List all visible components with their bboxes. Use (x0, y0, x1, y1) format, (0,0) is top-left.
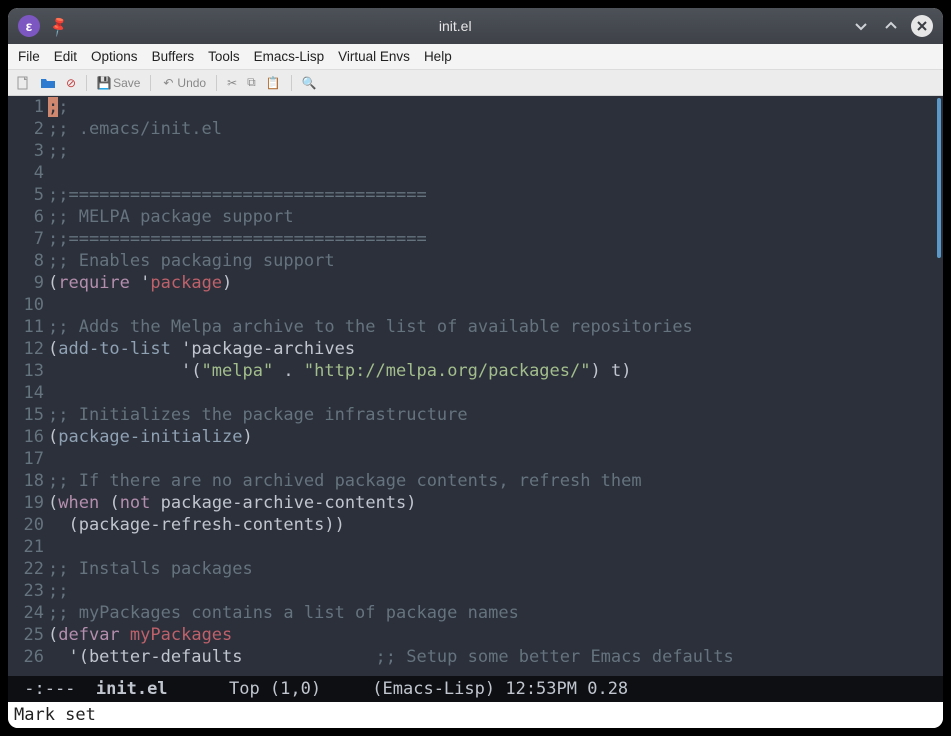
code-content[interactable]: ;; ;; .emacs/init.el ;; ;;==============… (48, 96, 935, 676)
save-button[interactable]: 💾Save (95, 76, 142, 90)
toolbar-separator (86, 75, 87, 91)
toolbar-separator (150, 75, 151, 91)
menu-virtual-envs[interactable]: Virtual Envs (334, 47, 414, 66)
titlebar[interactable]: ε 📌 init.el (8, 8, 943, 44)
menu-buffers[interactable]: Buffers (148, 47, 199, 66)
scrollbar-thumb[interactable] (937, 98, 941, 258)
close-icon[interactable] (911, 15, 933, 37)
menu-options[interactable]: Options (87, 47, 142, 66)
search-icon[interactable]: 🔍 (300, 76, 319, 90)
new-file-icon[interactable] (14, 76, 32, 90)
cut-icon[interactable]: ✂ (225, 76, 239, 90)
minimize-icon[interactable] (849, 14, 873, 38)
menu-help[interactable]: Help (420, 47, 456, 66)
modeline-pad (321, 679, 372, 699)
modeline-status: -:--- (14, 679, 86, 699)
undo-button[interactable]: ↶Undo (159, 76, 208, 90)
line-number-gutter: 1 2 3 4 5 6 7 8 9 10 11 12 13 14 15 16 1… (8, 96, 48, 676)
undo-label: Undo (177, 76, 206, 90)
minibuffer[interactable]: Mark set (8, 702, 943, 728)
maximize-icon[interactable] (879, 14, 903, 38)
toolbar: ⊘ 💾Save ↶Undo ✂ ⧉ 📋 🔍 (8, 70, 943, 96)
scrollbar[interactable] (935, 96, 943, 676)
open-file-icon[interactable] (38, 76, 58, 90)
toolbar-separator (216, 75, 217, 91)
menu-emacs-lisp[interactable]: Emacs-Lisp (250, 47, 329, 66)
emacs-app-icon: ε (18, 15, 40, 37)
save-label: Save (113, 76, 140, 90)
emacs-window: ε 📌 init.el File Edit Options Buffers To… (8, 8, 943, 728)
window-title: init.el (67, 18, 843, 34)
menu-tools[interactable]: Tools (204, 47, 244, 66)
editor-area[interactable]: 1 2 3 4 5 6 7 8 9 10 11 12 13 14 15 16 1… (8, 96, 943, 676)
modeline-position: Top (1,0) (229, 679, 321, 699)
menu-file[interactable]: File (14, 47, 44, 66)
modeline-pad (168, 679, 229, 699)
menubar: File Edit Options Buffers Tools Emacs-Li… (8, 44, 943, 70)
modeline-time: 12:53PM 0.28 (495, 679, 628, 699)
modeline-filename: init.el (86, 679, 168, 699)
paste-icon[interactable]: 📋 (264, 76, 283, 90)
toolbar-separator (291, 75, 292, 91)
copy-icon[interactable]: ⧉ (245, 75, 258, 90)
stop-icon[interactable]: ⊘ (64, 76, 78, 90)
modeline: -:--- init.el Top (1,0) (Emacs-Lisp) 12:… (8, 676, 943, 702)
menu-edit[interactable]: Edit (50, 47, 81, 66)
modeline-mode: (Emacs-Lisp) (372, 679, 495, 699)
